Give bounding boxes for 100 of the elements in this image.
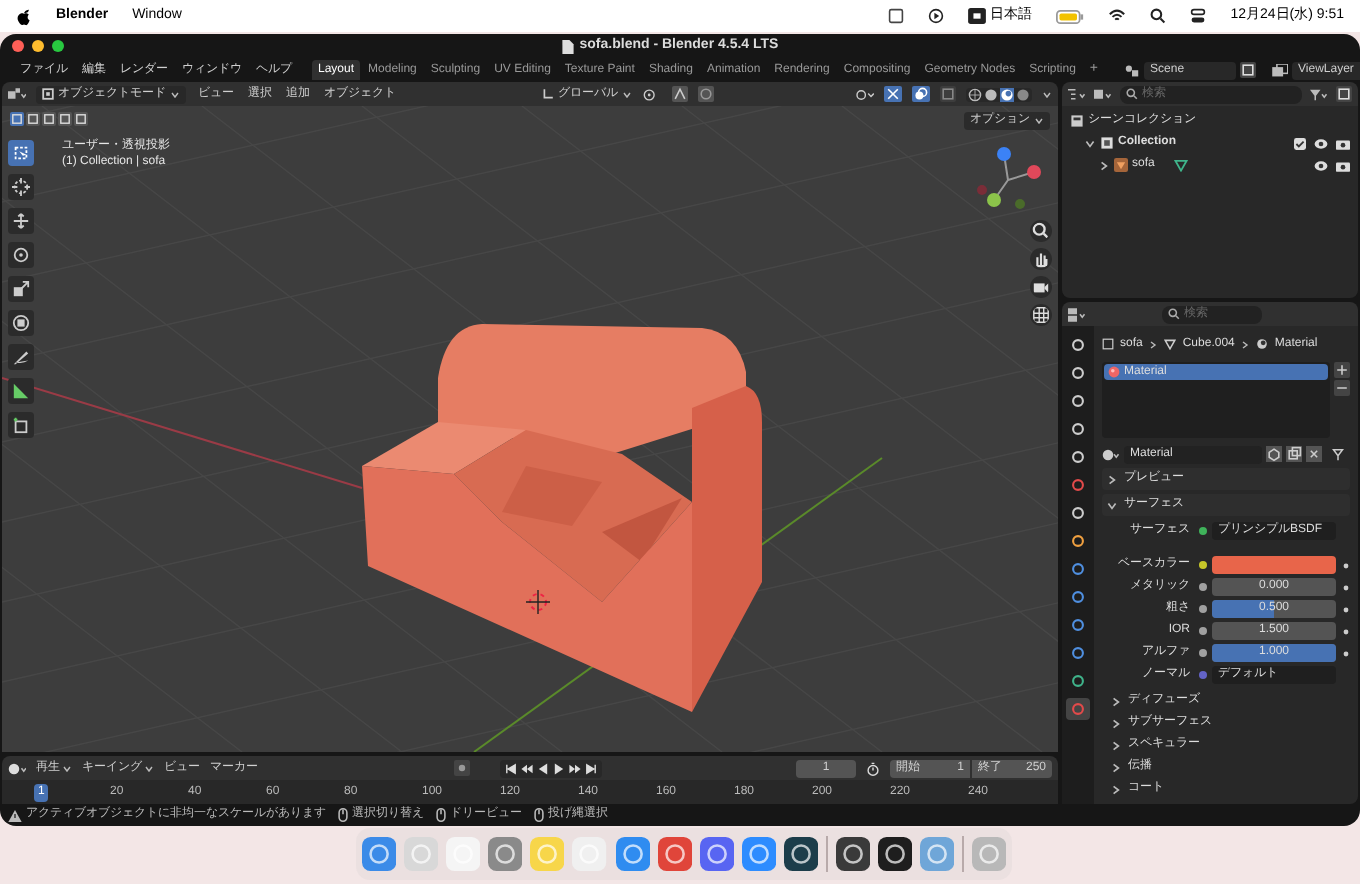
auto-key-icon[interactable] <box>453 760 469 776</box>
jump-start-icon[interactable] <box>503 761 517 775</box>
move-icon[interactable] <box>8 208 34 234</box>
material-browse-icon[interactable] <box>1102 447 1120 461</box>
keyboard-icon[interactable] <box>968 8 987 24</box>
add-cube-icon[interactable] <box>8 412 34 438</box>
display-mode-icon[interactable] <box>1094 87 1112 101</box>
clock-editor-icon[interactable] <box>8 761 26 775</box>
select-box-icon[interactable] <box>8 140 34 166</box>
extend-selection-icon[interactable] <box>26 112 40 126</box>
chevron-icon[interactable] <box>1106 473 1118 485</box>
keyframe-icon[interactable] <box>1342 583 1350 591</box>
fake-user-icon[interactable] <box>1266 446 1282 462</box>
chevron-icon[interactable] <box>1110 739 1122 751</box>
object-mode-icon <box>42 88 54 100</box>
socket-icon <box>1198 582 1208 592</box>
overlay-toggle-icon[interactable] <box>912 86 930 102</box>
new-collection-icon[interactable] <box>1336 86 1352 102</box>
editor-type-icon[interactable] <box>8 87 26 101</box>
document-icon <box>561 39 574 53</box>
minimize-button[interactable] <box>32 40 44 52</box>
stopwatch-icon[interactable] <box>866 761 880 775</box>
camera-icon[interactable] <box>1336 159 1350 171</box>
mouse-icon <box>436 808 446 822</box>
control-center-icon[interactable] <box>1190 8 1207 24</box>
jump-end-icon[interactable] <box>583 761 597 775</box>
chevron-icon[interactable] <box>1110 783 1122 795</box>
visibility-icon[interactable] <box>854 87 874 101</box>
subtract-selection-icon[interactable] <box>42 112 56 126</box>
eye-icon[interactable] <box>1314 137 1328 149</box>
editor-type-icon[interactable] <box>1068 307 1086 321</box>
wifi-icon[interactable] <box>1108 8 1127 24</box>
search-icon <box>1126 88 1138 100</box>
scene-collection-icon <box>1070 114 1084 128</box>
play-circle-icon[interactable] <box>928 8 945 24</box>
snap-icon[interactable] <box>672 86 688 102</box>
editor-type-icon[interactable] <box>1068 87 1086 101</box>
chevron-icon <box>1148 339 1159 349</box>
rotate-icon[interactable] <box>8 242 34 268</box>
new-selection-icon[interactable] <box>10 112 24 126</box>
camera-icon[interactable] <box>1336 137 1350 149</box>
keyframe-icon[interactable] <box>1342 627 1350 635</box>
previous-keyframe-icon[interactable] <box>519 761 533 775</box>
socket-icon <box>1198 648 1208 658</box>
new-scene-icon[interactable] <box>1240 62 1257 78</box>
close-button[interactable] <box>12 40 24 52</box>
rendered-shading-icon[interactable] <box>1016 87 1030 101</box>
keyframe-icon[interactable] <box>1342 649 1350 657</box>
node-tree-icon[interactable] <box>1332 447 1350 461</box>
mouse-icon <box>534 808 544 822</box>
chevron-icon[interactable] <box>1110 695 1122 707</box>
intersect-selection-icon[interactable] <box>74 112 88 126</box>
cursor-icon[interactable] <box>8 174 34 200</box>
annotate-icon[interactable] <box>8 344 34 370</box>
keyframe-icon[interactable] <box>1342 561 1350 569</box>
unlink-icon[interactable] <box>1306 446 1322 462</box>
play-icon[interactable] <box>551 761 565 775</box>
duplicate-icon[interactable] <box>1286 446 1302 462</box>
checkbox-icon[interactable] <box>1294 137 1306 149</box>
scale-icon[interactable] <box>8 276 34 302</box>
axes-icon <box>542 88 554 100</box>
camera-icon[interactable] <box>1030 276 1052 298</box>
xray-toggle-icon[interactable] <box>940 86 956 102</box>
chevron-icon[interactable] <box>1106 499 1118 511</box>
chevron-icon[interactable] <box>1110 717 1122 729</box>
chevron-icon[interactable] <box>1098 159 1110 171</box>
chevron-icon[interactable] <box>1110 761 1122 773</box>
add-slot-icon[interactable] <box>1334 362 1350 378</box>
search-icon[interactable] <box>1150 8 1167 24</box>
caret-icon <box>622 89 632 99</box>
solid-shading-icon[interactable] <box>984 87 998 101</box>
chevron-icon[interactable] <box>1084 137 1096 149</box>
grid-icon[interactable] <box>1030 304 1052 326</box>
remove-slot-icon[interactable] <box>1334 380 1350 396</box>
3d-cursor-icon[interactable] <box>525 589 551 615</box>
caret-icon <box>170 89 180 99</box>
transform-icon[interactable] <box>8 310 34 336</box>
color-swatch[interactable] <box>1212 556 1336 574</box>
sofa-drawing[interactable] <box>362 324 762 712</box>
gizmo-toggle-icon[interactable] <box>884 86 902 102</box>
window-icon[interactable] <box>888 8 905 24</box>
material-shading-icon[interactable] <box>1000 87 1014 101</box>
navigation-gizmo-icon[interactable] <box>974 146 1042 214</box>
apple-icon <box>16 7 32 25</box>
zoom-icon[interactable] <box>1030 220 1052 242</box>
battery-icon[interactable] <box>1056 9 1085 23</box>
caret-icon[interactable] <box>1042 89 1052 99</box>
warning-icon <box>8 809 22 821</box>
invert-selection-icon[interactable] <box>58 112 72 126</box>
proportional-edit-icon[interactable] <box>698 86 714 102</box>
filter-icon[interactable] <box>1310 87 1328 101</box>
keyframe-icon[interactable] <box>1342 605 1350 613</box>
measure-icon[interactable] <box>8 378 34 404</box>
hand-icon[interactable] <box>1030 248 1052 270</box>
play-reverse-icon[interactable] <box>535 761 549 775</box>
wireframe-shading-icon[interactable] <box>968 87 982 101</box>
next-keyframe-icon[interactable] <box>567 761 581 775</box>
zoom-button[interactable] <box>52 40 64 52</box>
eye-icon[interactable] <box>1314 159 1328 171</box>
socket-icon <box>1198 560 1208 570</box>
